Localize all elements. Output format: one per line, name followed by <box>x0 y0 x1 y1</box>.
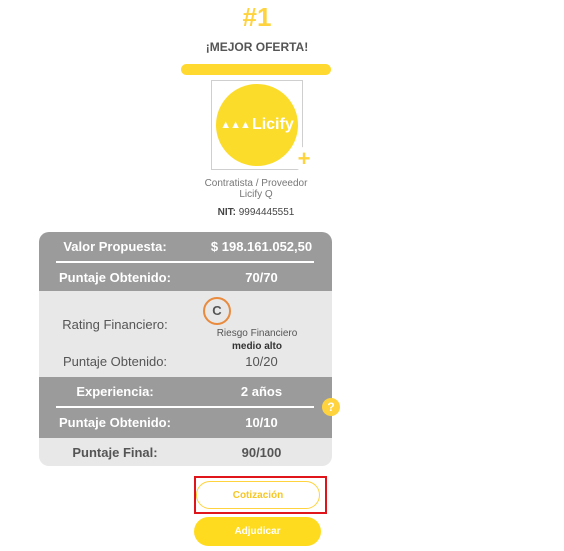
provider-role: Contratista / Proveedor <box>204 178 308 189</box>
rating-label: Rating Financiero: <box>62 317 168 332</box>
logo-brand-text: Licify <box>251 116 294 133</box>
risk-label: Riesgo Financiero <box>216 328 298 339</box>
provider-name: Licify Q <box>239 189 273 200</box>
section-valor: Valor Propuesta: $ 198.161.052,50 Puntaj… <box>39 232 332 291</box>
rank-number: #1 <box>242 2 272 32</box>
licify-mark-icon: ▲▲▲ <box>220 119 251 131</box>
final-label: Puntaje Final: <box>72 445 158 460</box>
provider-logo: ▲▲▲ Licify <box>216 84 298 166</box>
adjudicar-button[interactable]: Adjudicar <box>194 517 321 546</box>
row-experiencia: Experiencia: 2 años <box>39 377 332 405</box>
risk-value: medio alto <box>231 341 282 352</box>
row-puntaje-precio: Puntaje Obtenido: 70/70 <box>39 263 332 291</box>
puntaje-value: 10/20 <box>245 354 278 369</box>
accent-bar <box>181 64 331 75</box>
provider-nit: NIT: 9994445551 <box>181 207 331 218</box>
best-offer-label: ¡MEJOR OFERTA! <box>205 40 309 54</box>
row-puntaje-experiencia: Puntaje Obtenido: 10/10 <box>39 408 332 436</box>
nit-value: 9994445551 <box>238 207 295 218</box>
puntaje-label: Puntaje Obtenido: <box>59 270 171 285</box>
row-valor: Valor Propuesta: $ 198.161.052,50 <box>39 232 332 260</box>
puntaje-label: Puntaje Obtenido: <box>59 415 171 430</box>
financial-grade-badge: C <box>203 297 231 325</box>
valor-value: $ 198.161.052,50 <box>210 239 313 254</box>
puntaje-value: 70/70 <box>245 270 278 285</box>
final-value: 90/100 <box>241 445 282 460</box>
row-final: Puntaje Final: 90/100 <box>39 438 332 466</box>
valor-label: Valor Propuesta: <box>63 239 167 254</box>
experiencia-value: 2 años <box>240 384 283 399</box>
section-experiencia: Experiencia: 2 años Puntaje Obtenido: 10… <box>39 377 332 438</box>
help-icon[interactable]: ? <box>322 398 340 416</box>
add-icon[interactable]: + <box>292 147 316 171</box>
nit-label: NIT: <box>217 207 236 218</box>
section-final: Puntaje Final: 90/100 <box>39 438 332 466</box>
puntaje-label: Puntaje Obtenido: <box>62 354 168 369</box>
provider-info: Contratista / Proveedor Licify Q <box>181 178 331 200</box>
experiencia-label: Experiencia: <box>76 384 154 399</box>
cotizacion-button[interactable]: Cotización <box>196 481 320 509</box>
puntaje-value: 10/10 <box>245 415 278 430</box>
